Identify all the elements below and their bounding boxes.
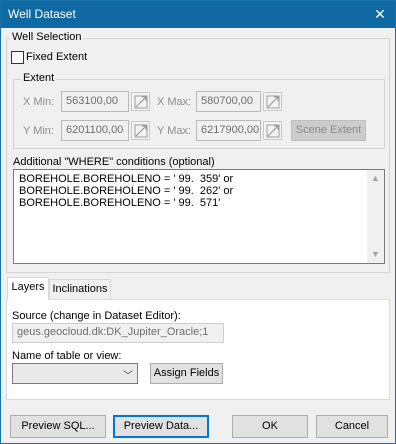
x-max-input[interactable]: 580700,00 [196, 91, 261, 112]
title-bar: Well Dataset ✕ [1, 1, 395, 28]
layers-tab-panel: Source (change in Dataset Editor): geus.… [6, 299, 390, 400]
scene-extent-button[interactable]: Scene Extent [291, 120, 366, 141]
x-min-label: X Min: [23, 96, 55, 108]
chevron-down-icon[interactable]: ﹀ [123, 367, 133, 382]
well-selection-legend: Well Selection [10, 31, 84, 43]
tab-layers[interactable]: Layers [7, 277, 49, 300]
y-max-pick-icon[interactable] [263, 121, 282, 140]
cancel-button[interactable]: Cancel [316, 415, 388, 438]
y-min-input[interactable]: 6201100,00 [61, 120, 129, 141]
preview-sql-button[interactable]: Preview SQL... [10, 415, 106, 438]
table-select[interactable]: ﹀ [12, 363, 138, 384]
assign-fields-button[interactable]: Assign Fields [150, 363, 223, 384]
where-textarea[interactable]: BOREHOLE.BOREHOLENO = ' 99. 359' or BORE… [13, 169, 385, 264]
y-max-input[interactable]: 6217900,00 [196, 120, 261, 141]
scroll-down-arrow[interactable]: ▼ [367, 246, 384, 263]
table-label: Name of table or view: [12, 350, 122, 362]
y-min-label: Y Min: [23, 125, 54, 137]
scroll-up-arrow[interactable]: ▲ [367, 170, 384, 187]
fixed-extent-checkbox[interactable] [11, 51, 24, 64]
where-line: BOREHOLE.BOREHOLENO = ' 99. 571' [19, 197, 221, 209]
tab-inclinations[interactable]: Inclinations [49, 279, 111, 300]
where-line: BOREHOLE.BOREHOLENO = ' 99. 262' or [19, 185, 234, 197]
source-label: Source (change in Dataset Editor): [12, 310, 181, 322]
y-max-label: Y Max: [157, 125, 192, 137]
window-title: Well Dataset [8, 7, 76, 21]
x-max-label: X Max: [157, 96, 192, 108]
extent-legend: Extent [21, 72, 57, 84]
ok-button[interactable]: OK [232, 415, 308, 438]
preview-data-button[interactable]: Preview Data... [113, 415, 209, 438]
x-min-input[interactable]: 563100,00 [61, 91, 129, 112]
source-field: geus.geocloud.dk:DK_Jupiter_Oracle;1 [12, 323, 224, 343]
where-scrollbar[interactable]: ▲ ▼ [367, 170, 384, 263]
where-label: Additional "WHERE" conditions (optional) [13, 156, 215, 168]
where-line: BOREHOLE.BOREHOLENO = ' 99. 359' or [19, 173, 234, 185]
fixed-extent-label[interactable]: Fixed Extent [26, 51, 87, 63]
y-min-pick-icon[interactable] [131, 121, 150, 140]
close-icon[interactable]: ✕ [369, 4, 391, 24]
x-max-pick-icon[interactable] [263, 92, 282, 111]
x-min-pick-icon[interactable] [131, 92, 150, 111]
well-dataset-dialog: Well Dataset ✕ Well Selection Fixed Exte… [0, 0, 396, 444]
